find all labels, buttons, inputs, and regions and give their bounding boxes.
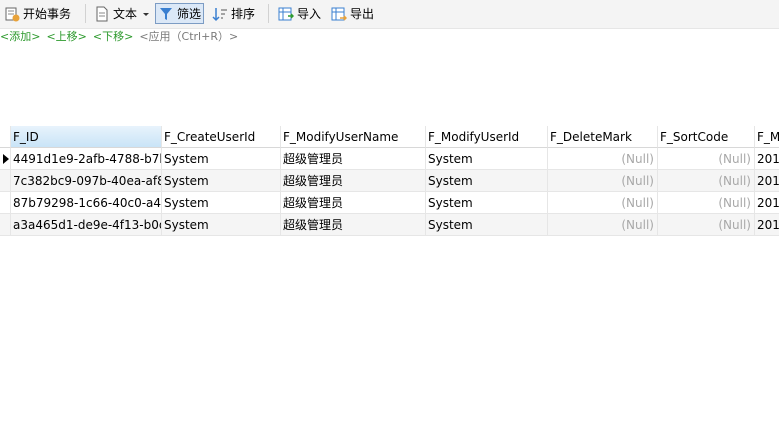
cell-f-createuserid[interactable]: System <box>162 214 281 236</box>
column-header-f-modifyusername[interactable]: F_ModifyUserName <box>281 126 426 148</box>
cell-f-m[interactable]: 201 <box>755 192 779 214</box>
row-indicator <box>0 170 11 192</box>
begin-transaction-label: 开始事务 <box>23 7 72 21</box>
cell-f-modifyusername[interactable]: 超级管理员 <box>281 192 426 214</box>
document-icon <box>96 6 108 21</box>
cell-f-sortcode[interactable]: (Null) <box>658 170 755 192</box>
transaction-icon <box>5 7 20 21</box>
table-row[interactable]: a3a465d1-de9e-4f13-b0d System 超级管理员 Syst… <box>0 214 779 236</box>
cell-f-sortcode[interactable]: (Null) <box>658 192 755 214</box>
sort-label: 排序 <box>231 7 256 21</box>
text-view-button[interactable]: 文本 <box>94 3 151 24</box>
begin-transaction-button[interactable]: 开始事务 <box>4 3 71 24</box>
cell-f-modifyuserid[interactable]: System <box>426 192 548 214</box>
import-button[interactable]: 导入 <box>278 3 321 24</box>
table-row[interactable]: 4491d1e9-2afb-4788-b7b System 超级管理员 Syst… <box>0 148 779 170</box>
apply-filter-link[interactable]: <应用（Ctrl+R）> <box>139 30 238 43</box>
move-up-link[interactable]: <上移> <box>46 30 86 43</box>
row-indicator <box>0 214 11 236</box>
data-grid: F_ID F_CreateUserId F_ModifyUserName F_M… <box>0 126 779 237</box>
column-header-f-deletemark[interactable]: F_DeleteMark <box>548 126 658 148</box>
cell-f-deletemark[interactable]: (Null) <box>548 192 658 214</box>
export-icon <box>331 7 347 21</box>
import-label: 导入 <box>297 7 322 21</box>
sort-button[interactable]: 排序 <box>212 3 255 24</box>
cell-f-sortcode[interactable]: (Null) <box>658 148 755 170</box>
move-down-link[interactable]: <下移> <box>93 30 133 43</box>
text-view-label: 文本 <box>113 7 138 21</box>
row-indicator <box>0 192 11 214</box>
export-label: 导出 <box>350 7 375 21</box>
toolbar-divider <box>85 4 86 23</box>
cell-f-m[interactable]: 201 <box>755 148 779 170</box>
cell-f-m[interactable]: 201 <box>755 170 779 192</box>
add-filter-link[interactable]: <添加> <box>0 30 40 43</box>
table-row[interactable]: 87b79298-1c66-40c0-a44 System 超级管理员 Syst… <box>0 192 779 214</box>
column-header-f-modifyuserid[interactable]: F_ModifyUserId <box>426 126 548 148</box>
toolbar-divider <box>268 4 269 23</box>
cell-f-modifyuserid[interactable]: System <box>426 214 548 236</box>
cell-f-modifyusername[interactable]: 超级管理员 <box>281 148 426 170</box>
sort-icon <box>212 7 227 21</box>
cell-f-modifyusername[interactable]: 超级管理员 <box>281 214 426 236</box>
export-button[interactable]: 导出 <box>331 3 374 24</box>
column-header-f-m[interactable]: F_M <box>755 126 779 148</box>
cell-f-deletemark[interactable]: (Null) <box>548 214 658 236</box>
filter-bar: <添加> <上移> <下移> <应用（Ctrl+R）> <box>0 30 779 44</box>
table-row[interactable]: 7c382bc9-097b-40ea-af8 System 超级管理员 Syst… <box>0 170 779 192</box>
cell-f-id[interactable]: 4491d1e9-2afb-4788-b7b <box>11 148 162 170</box>
header-corner <box>0 126 11 148</box>
cell-f-sortcode[interactable]: (Null) <box>658 214 755 236</box>
import-icon <box>278 7 294 20</box>
cell-f-id[interactable]: 7c382bc9-097b-40ea-af8 <box>11 170 162 192</box>
cell-f-deletemark[interactable]: (Null) <box>548 148 658 170</box>
cell-f-modifyuserid[interactable]: System <box>426 170 548 192</box>
filter-button[interactable]: 筛选 <box>155 3 205 24</box>
dropdown-arrow-icon[interactable] <box>141 9 151 19</box>
cell-f-modifyuserid[interactable]: System <box>426 148 548 170</box>
cell-f-m[interactable]: 201 <box>755 214 779 236</box>
row-indicator <box>0 148 11 170</box>
column-header-f-id[interactable]: F_ID <box>11 126 162 148</box>
cell-f-createuserid[interactable]: System <box>162 148 281 170</box>
cell-f-id[interactable]: 87b79298-1c66-40c0-a44 <box>11 192 162 214</box>
cell-f-id[interactable]: a3a465d1-de9e-4f13-b0d <box>11 214 162 236</box>
toolbar: 开始事务 文本 筛选 排序 导入 导出 <box>0 0 779 29</box>
current-row-arrow-icon <box>3 154 9 164</box>
column-header-f-createuserid[interactable]: F_CreateUserId <box>162 126 281 148</box>
filter-label: 筛选 <box>177 7 202 21</box>
cell-f-modifyusername[interactable]: 超级管理员 <box>281 170 426 192</box>
filter-funnel-icon <box>160 7 172 20</box>
grid-header: F_ID F_CreateUserId F_ModifyUserName F_M… <box>0 126 779 148</box>
column-header-f-sortcode[interactable]: F_SortCode <box>658 126 755 148</box>
cell-f-createuserid[interactable]: System <box>162 170 281 192</box>
cell-f-deletemark[interactable]: (Null) <box>548 170 658 192</box>
cell-f-createuserid[interactable]: System <box>162 192 281 214</box>
